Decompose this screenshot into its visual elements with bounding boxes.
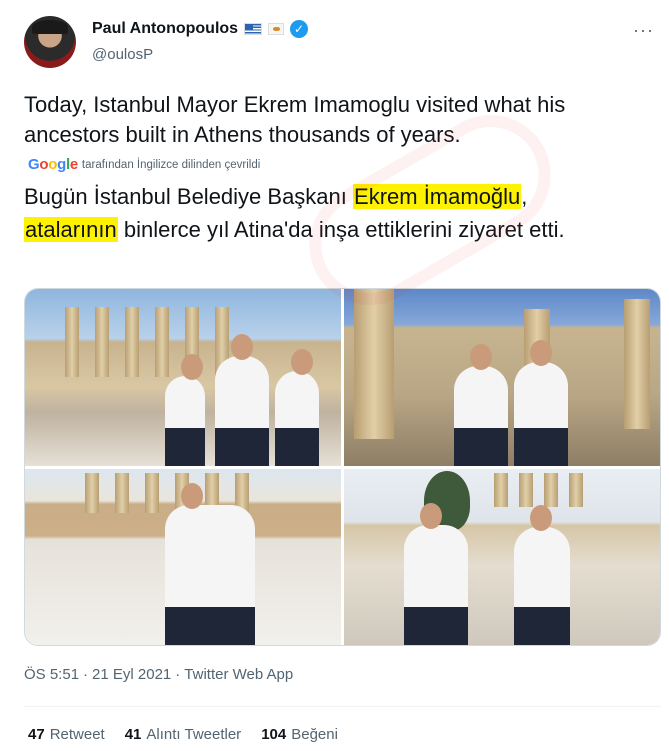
author-display-name[interactable]: Paul Antonopoulos: [92, 20, 238, 38]
likes-count: 104: [261, 726, 287, 743]
tweet-meta: ÖS 5:51 · 21 Eyl 2021 · Twitter Web App: [24, 666, 293, 683]
meta-separator: ·: [83, 666, 89, 683]
more-options-icon[interactable]: ···: [633, 20, 654, 41]
translation-attribution[interactable]: Google tarafından İngilizce dilinden çev…: [28, 156, 260, 173]
highlight-ancestors: atalarının: [24, 217, 118, 242]
photo-parthenon-portrait[interactable]: [25, 468, 341, 645]
tweet-time[interactable]: ÖS 5:51: [24, 666, 79, 683]
translated-text-part1: Bugün İstanbul Belediye Başkanı: [24, 184, 354, 209]
cyprus-flag-icon: [268, 23, 285, 35]
photo-propylaea-steps[interactable]: [344, 289, 660, 466]
tweet-text: Today, Istanbul Mayor Ekrem Imamoglu vis…: [24, 92, 566, 147]
translated-text-part2: ,: [521, 184, 528, 209]
meta-separator: ·: [175, 666, 181, 683]
retweets-count: 47: [28, 726, 45, 743]
author-name-line: Paul Antonopoulos ✓: [92, 20, 309, 38]
greece-flag-icon: [244, 23, 263, 35]
photo-acropolis-walk[interactable]: [25, 289, 341, 466]
quotes-count: 41: [124, 726, 142, 743]
tweet-date[interactable]: 21 Eyl 2021: [92, 666, 171, 683]
tweet-stats: 47 Retweet 41 Alıntı Tweetler 104 Beğeni: [28, 726, 338, 743]
google-logo-icon: Google: [28, 156, 78, 173]
highlight-name: Ekrem İmamoğlu: [353, 184, 522, 209]
likes-label: Beğeni: [291, 726, 338, 743]
photo-acropolis-seated[interactable]: [344, 468, 660, 645]
media-grid: [24, 288, 661, 646]
quotes-stat[interactable]: 41 Alıntı Tweetler: [125, 726, 241, 743]
avatar[interactable]: [24, 16, 76, 68]
retweets-stat[interactable]: 47 Retweet: [28, 726, 105, 743]
tweet-source[interactable]: Twitter Web App: [184, 666, 293, 683]
tweet-header: Paul Antonopoulos ✓ @oulosP ···: [20, 12, 660, 72]
quotes-label: Alıntı Tweetler: [146, 726, 242, 743]
likes-stat[interactable]: 104 Beğeni: [261, 726, 338, 743]
verified-badge-icon: ✓: [290, 20, 309, 38]
author-handle[interactable]: @oulosP: [92, 46, 153, 63]
translated-text-part3: binlerce yıl Atina'da inşa ettiklerini z…: [117, 217, 565, 242]
translated-text: Bugün İstanbul Belediye Başkanı Ekrem İm…: [24, 180, 654, 246]
divider: [24, 706, 661, 707]
translation-note: tarafından İngilizce dilinden çevrildi: [81, 158, 261, 171]
retweets-label: Retweet: [49, 726, 105, 743]
